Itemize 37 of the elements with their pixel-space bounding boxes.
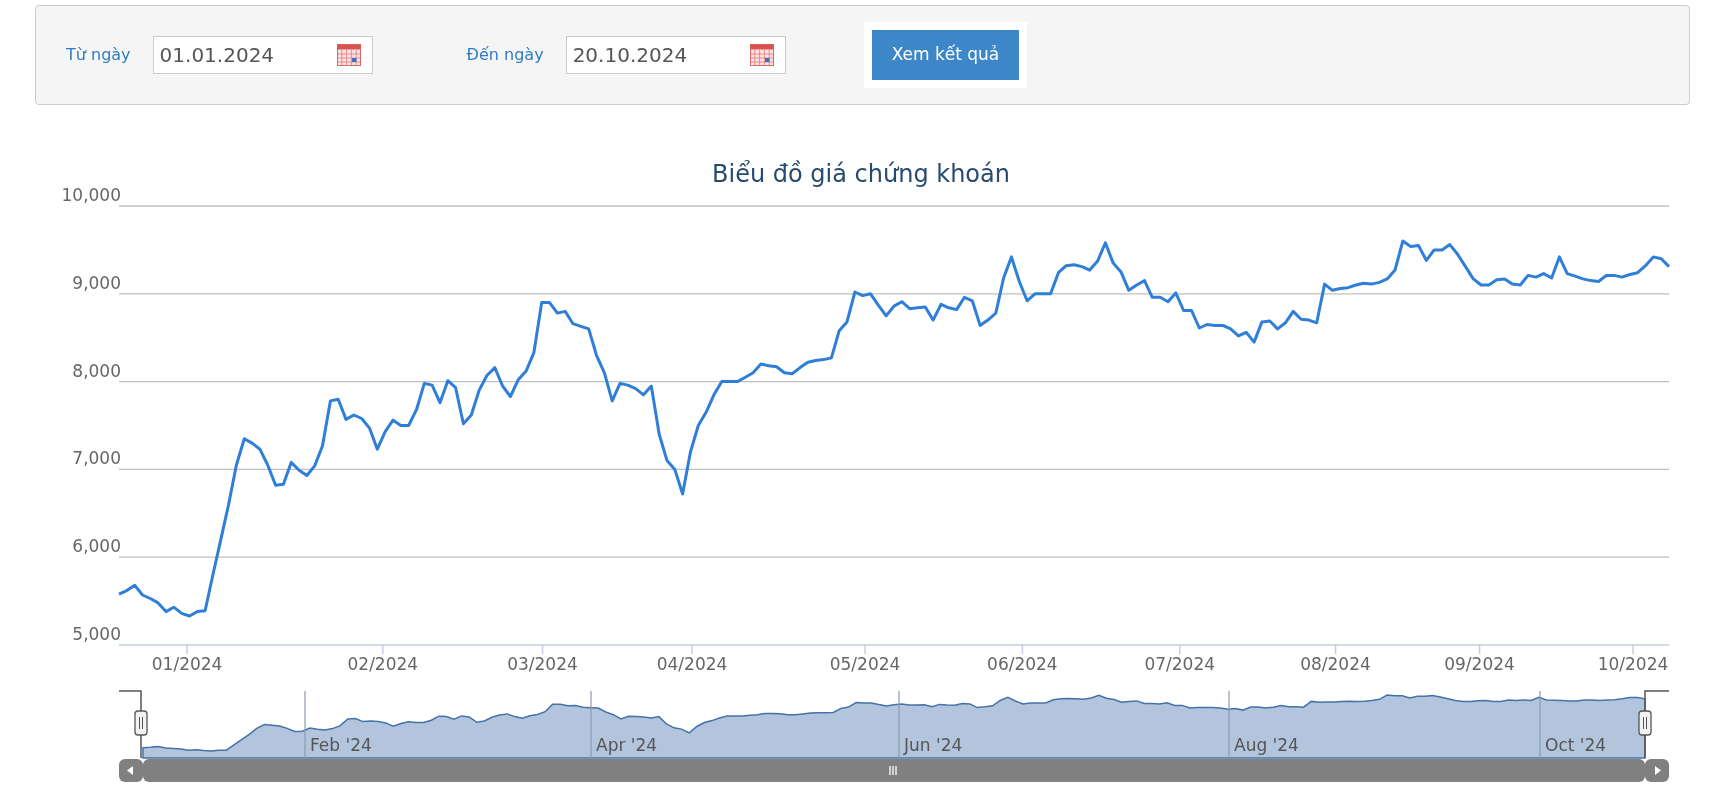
range-handle[interactable] — [1638, 710, 1652, 736]
range-handle[interactable] — [134, 710, 148, 736]
field-label: Đến ngày — [466, 44, 544, 66]
axis-label: 6,000 — [72, 536, 121, 557]
axis-label: 09/2024 — [1444, 654, 1515, 674]
scroll-left-button[interactable] — [119, 759, 143, 782]
axis-label: 07/2024 — [1144, 654, 1216, 674]
grip-icon — [889, 765, 897, 776]
axis-label: 03/2024 — [507, 654, 578, 674]
date-field[interactable]: 20.10.2024 — [565, 36, 786, 74]
axis-label: 08/2024 — [1300, 654, 1371, 674]
navigator-label: Jun '24 — [904, 735, 963, 755]
axis-label: 8,000 — [72, 360, 121, 381]
axis-label: 10,000 — [61, 185, 121, 205]
chart-title: Biểu đồ giá chứng khoán — [712, 160, 1010, 188]
calendar-icon[interactable] — [749, 44, 774, 66]
axis-label: 02/2024 — [347, 654, 419, 674]
submit-button[interactable]: Xem kết quả — [871, 30, 1020, 80]
axis-label: 7,000 — [72, 448, 121, 469]
scrollbar-thumb[interactable] — [143, 759, 1645, 782]
axis-label: 9,000 — [72, 272, 121, 293]
axis-label: 04/2024 — [656, 654, 728, 674]
axis-label: 5,000 — [72, 624, 121, 644]
navigator-label: Oct '24 — [1545, 735, 1607, 755]
navigator-label: Feb '24 — [310, 735, 372, 755]
axis-label: 10/2024 — [1597, 654, 1669, 674]
calendar-icon[interactable] — [336, 44, 361, 66]
navigator-label: Aug '24 — [1234, 735, 1299, 755]
navigator-outline — [118, 690, 142, 759]
scroll-right-button[interactable] — [1645, 759, 1669, 782]
field-label: Từ ngày — [66, 44, 131, 66]
navigator-label: Apr '24 — [596, 735, 658, 755]
date-field[interactable]: 01.01.2024 — [152, 36, 373, 74]
axis-label: 06/2024 — [987, 654, 1058, 674]
axis-label: 05/2024 — [829, 654, 901, 674]
navigator-outline — [1644, 690, 1670, 759]
axis-label: 01/2024 — [151, 654, 223, 674]
